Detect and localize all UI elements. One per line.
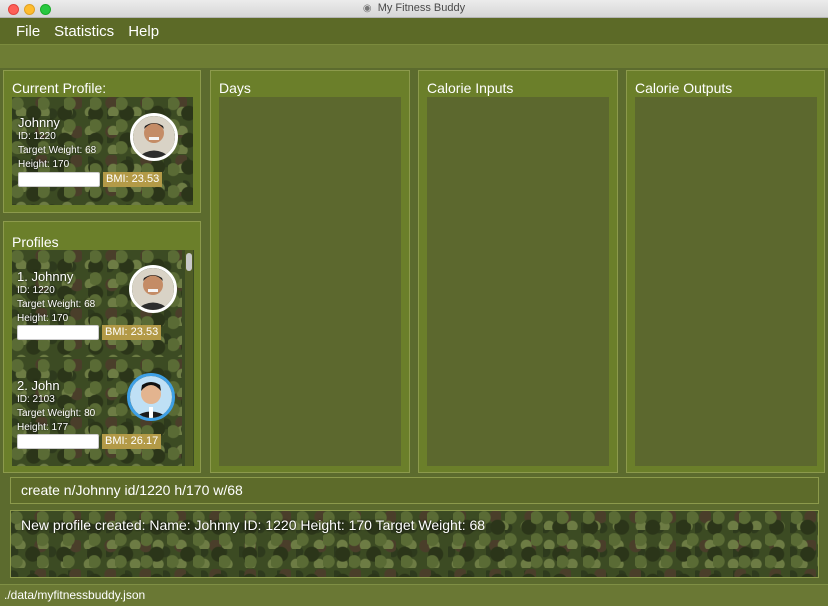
- save-file-path: ./data/myfitnessbuddy.json: [4, 588, 146, 602]
- current-profile-panel: Current Profile: Johnny ID: 1220 Target …: [3, 70, 201, 213]
- list-item[interactable]: 1. Johnny ID: 1220 Target Weight: 68 Hei…: [12, 250, 182, 357]
- bmi-progress-bar: [17, 325, 99, 340]
- current-profile-card[interactable]: Johnny ID: 1220 Target Weight: 68 Height…: [12, 97, 193, 205]
- profile-id: ID: 1220: [18, 131, 56, 142]
- days-heading: Days: [219, 80, 251, 96]
- profile-target-weight: Target Weight: 80: [17, 408, 96, 419]
- app-icon: ◉: [362, 3, 372, 14]
- toolbar-strip: [0, 44, 828, 68]
- bmi-badge: BMI: 23.53: [102, 325, 162, 340]
- menu-statistics[interactable]: Statistics: [54, 23, 114, 40]
- profiles-heading: Profiles: [12, 234, 59, 250]
- bmi-badge: BMI: 23.53: [103, 172, 163, 187]
- profiles-list[interactable]: 1. Johnny ID: 1220 Target Weight: 68 Hei…: [12, 250, 194, 466]
- result-display: New profile created: Name: Johnny ID: 12…: [10, 510, 819, 578]
- command-input[interactable]: create n/Johnny id/1220 h/170 w/68: [10, 477, 819, 504]
- avatar: [129, 265, 177, 313]
- calorie-outputs-panel: Calorie Outputs: [626, 70, 825, 473]
- profile-height: Height: 177: [17, 422, 69, 433]
- bmi-progress-bar: [17, 434, 99, 449]
- days-panel: Days: [210, 70, 410, 473]
- scrollbar-thumb[interactable]: [186, 253, 192, 271]
- profile-name: 2. John: [17, 378, 60, 393]
- bmi-progress-bar: [18, 172, 100, 187]
- profile-height: Height: 170: [18, 159, 70, 170]
- calorie-inputs-heading: Calorie Inputs: [427, 80, 514, 96]
- window-title: My Fitness Buddy: [377, 2, 466, 14]
- menu-bar: File Statistics Help: [0, 18, 828, 44]
- profile-target-weight: Target Weight: 68: [18, 145, 97, 156]
- menu-help[interactable]: Help: [128, 23, 159, 40]
- profile-height: Height: 170: [17, 313, 69, 324]
- calorie-outputs-heading: Calorie Outputs: [635, 80, 733, 96]
- days-list[interactable]: [219, 97, 401, 466]
- title-bar: ◉ My Fitness Buddy: [0, 0, 828, 18]
- menu-file[interactable]: File: [16, 23, 40, 40]
- status-bar: ./data/myfitnessbuddy.json: [0, 584, 828, 606]
- profile-target-weight: Target Weight: 68: [17, 299, 96, 310]
- avatar: [127, 373, 175, 421]
- calorie-outputs-list[interactable]: [635, 97, 817, 466]
- current-profile-heading: Current Profile:: [12, 80, 107, 96]
- avatar: [130, 113, 178, 161]
- profiles-panel: Profiles 1. Johnny ID: 1220 Target Weigh…: [3, 221, 201, 473]
- profile-id: ID: 2103: [17, 394, 55, 405]
- list-item[interactable]: 2. John ID: 2103 Target Weight: 80 Heigh…: [12, 359, 182, 466]
- profile-name: 1. Johnny: [17, 269, 74, 284]
- profiles-scrollbar[interactable]: [185, 250, 193, 466]
- calorie-inputs-panel: Calorie Inputs: [418, 70, 618, 473]
- result-message: New profile created: Name: Johnny ID: 12…: [21, 517, 486, 533]
- profile-name: Johnny: [18, 115, 60, 130]
- bmi-badge: BMI: 26.17: [102, 434, 162, 449]
- profile-id: ID: 1220: [17, 285, 55, 296]
- calorie-inputs-list[interactable]: [427, 97, 609, 466]
